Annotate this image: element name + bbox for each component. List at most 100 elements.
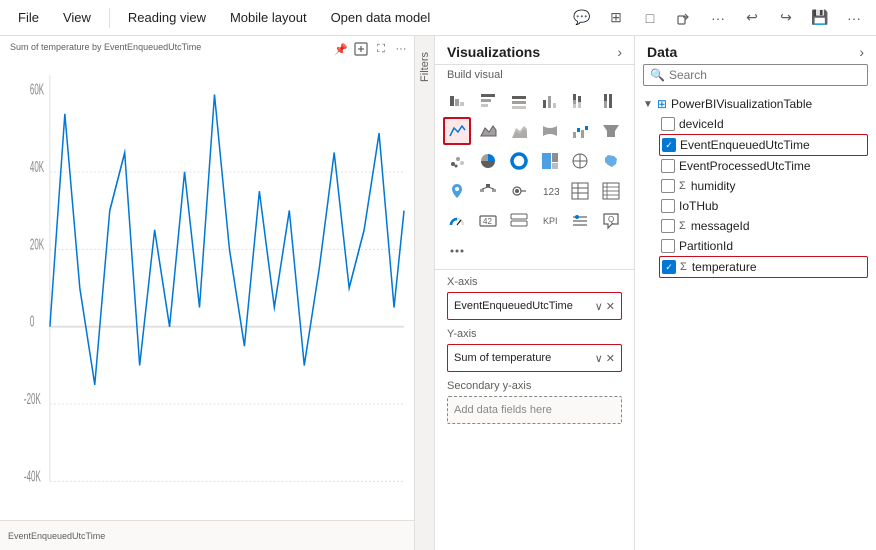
viz-build-label: Build visual bbox=[435, 65, 634, 83]
y-axis-field-icons: ∨ ✕ bbox=[595, 352, 615, 365]
stacked-column-icon[interactable] bbox=[566, 87, 594, 115]
field-label-eventprocessed: EventProcessedUtcTime bbox=[679, 159, 811, 173]
search-icon: 🔍 bbox=[650, 68, 665, 82]
key-influencers-icon[interactable] bbox=[505, 177, 533, 205]
x-axis-remove-icon[interactable]: ✕ bbox=[606, 300, 615, 313]
data-panel-expand-icon[interactable]: › bbox=[859, 44, 864, 60]
data-panel: Data › 🔍 ▼ ⊞ PowerBIVisualizationTable d… bbox=[635, 36, 876, 550]
data-row-eventenqueued[interactable]: EventEnqueuedUtcTime bbox=[659, 134, 868, 156]
more-icon[interactable]: ··· bbox=[704, 4, 732, 32]
checkbox-eventenqueued[interactable] bbox=[662, 138, 676, 152]
visualizations-panel: Visualizations › Build visual bbox=[435, 36, 635, 550]
menu-open-data-model[interactable]: Open data model bbox=[321, 6, 441, 29]
scatter-icon[interactable] bbox=[443, 147, 471, 175]
100-stacked-column-icon[interactable] bbox=[597, 87, 625, 115]
field-label-iothub: IoTHub bbox=[679, 199, 718, 213]
field-label-partitionid: PartitionId bbox=[679, 239, 733, 253]
waterfall-icon[interactable] bbox=[566, 117, 594, 145]
y-axis-remove-icon[interactable]: ✕ bbox=[606, 352, 615, 365]
chart-canvas: 60K 40K 20K 0 -20K -40K bbox=[0, 56, 414, 520]
chart-x-label: EventEnqueuedUtcTime bbox=[8, 531, 105, 541]
y-axis-label: Y-axis bbox=[447, 328, 622, 340]
data-row-deviceid[interactable]: deviceId bbox=[659, 114, 868, 134]
card-icon[interactable]: 42 bbox=[474, 207, 502, 235]
menu-separator-1 bbox=[109, 8, 110, 28]
search-input[interactable] bbox=[669, 68, 861, 82]
more-visuals-icon[interactable] bbox=[443, 237, 471, 265]
checkbox-deviceid[interactable] bbox=[661, 117, 675, 131]
svg-text:Q: Q bbox=[608, 215, 614, 224]
data-row-messageid[interactable]: Σ messageId bbox=[659, 216, 868, 236]
secondary-y-section: Secondary y-axis Add data fields here bbox=[447, 380, 622, 424]
field-label-messageid: messageId bbox=[691, 219, 750, 233]
viz-panel-header: Visualizations › bbox=[435, 36, 634, 65]
grid-icon[interactable]: ⊞ bbox=[602, 4, 630, 32]
x-axis-dropdown-icon[interactable]: ∨ bbox=[595, 300, 603, 313]
share-icon[interactable] bbox=[670, 4, 698, 32]
menu-view[interactable]: View bbox=[53, 6, 101, 29]
checkbox-temperature[interactable] bbox=[662, 260, 676, 274]
checkbox-iothub[interactable] bbox=[661, 199, 675, 213]
data-row-iothub[interactable]: IoTHub bbox=[659, 196, 868, 216]
sigma-humidity: Σ bbox=[679, 180, 686, 192]
gauge-icon[interactable] bbox=[443, 207, 471, 235]
data-search-box[interactable]: 🔍 bbox=[643, 64, 868, 86]
stacked-bar-100-icon[interactable] bbox=[505, 87, 533, 115]
save-icon[interactable]: 💾 bbox=[806, 4, 834, 32]
stacked-area-icon[interactable] bbox=[505, 117, 533, 145]
field-label-deviceid: deviceId bbox=[679, 117, 724, 131]
y-axis-dropdown-icon[interactable]: ∨ bbox=[595, 352, 603, 365]
table-icon[interactable] bbox=[566, 177, 594, 205]
tree-expand-icon[interactable]: ▼ bbox=[643, 99, 653, 110]
treemap-icon[interactable] bbox=[536, 147, 564, 175]
slicer-icon[interactable] bbox=[566, 207, 594, 235]
ribbon-chart-icon[interactable] bbox=[536, 117, 564, 145]
field-label-temperature: temperature bbox=[692, 260, 757, 274]
clustered-column-icon[interactable] bbox=[536, 87, 564, 115]
options-icon[interactable]: ··· bbox=[840, 4, 868, 32]
x-axis-section: X-axis EventEnqueuedUtcTime ∨ ✕ bbox=[447, 276, 622, 320]
checkbox-eventprocessed[interactable] bbox=[661, 159, 675, 173]
filters-label: Filters bbox=[419, 52, 431, 82]
y-axis-field-box[interactable]: Sum of temperature ∨ ✕ bbox=[447, 344, 622, 372]
kpi-icon[interactable]: KPI bbox=[536, 207, 564, 235]
data-row-eventprocessed[interactable]: EventProcessedUtcTime bbox=[659, 156, 868, 176]
menu-file[interactable]: File bbox=[8, 6, 49, 29]
svg-text:42: 42 bbox=[483, 217, 492, 226]
pie-chart-icon[interactable] bbox=[474, 147, 502, 175]
window-icon[interactable]: □ bbox=[636, 4, 664, 32]
checkbox-messageid[interactable] bbox=[661, 219, 675, 233]
checkbox-partitionid[interactable] bbox=[661, 239, 675, 253]
stacked-bar-icon[interactable] bbox=[443, 87, 471, 115]
data-row-partitionid[interactable]: PartitionId bbox=[659, 236, 868, 256]
checkbox-humidity[interactable] bbox=[661, 179, 675, 193]
donut-chart-icon[interactable] bbox=[505, 147, 533, 175]
viz-panel-expand-icon[interactable]: › bbox=[617, 44, 622, 60]
filters-panel: Filters bbox=[415, 36, 435, 550]
area-chart-icon[interactable] bbox=[474, 117, 502, 145]
multi-row-card-icon[interactable] bbox=[505, 207, 533, 235]
filled-map-icon[interactable] bbox=[597, 147, 625, 175]
data-row-temperature[interactable]: Σ temperature bbox=[659, 256, 868, 278]
line-chart-icon[interactable] bbox=[443, 117, 471, 145]
qna-icon[interactable]: Q bbox=[597, 207, 625, 235]
matrix-icon[interactable] bbox=[597, 177, 625, 205]
decomp-tree-icon[interactable] bbox=[474, 177, 502, 205]
main-layout: Sum of temperature by EventEnqueuedUtcTi… bbox=[0, 36, 876, 550]
y-axis-section: Y-axis Sum of temperature ∨ ✕ bbox=[447, 328, 622, 372]
comment-icon[interactable]: 💬 bbox=[568, 4, 596, 32]
smart-narrative-icon[interactable]: 123 bbox=[536, 177, 564, 205]
azure-map-icon[interactable] bbox=[443, 177, 471, 205]
clustered-bar-icon[interactable] bbox=[474, 87, 502, 115]
x-axis-field-box[interactable]: EventEnqueuedUtcTime ∨ ✕ bbox=[447, 292, 622, 320]
sigma-temperature: Σ bbox=[680, 261, 687, 273]
funnel-icon[interactable] bbox=[597, 117, 625, 145]
redo-icon[interactable]: ↪ bbox=[772, 4, 800, 32]
data-row-humidity[interactable]: Σ humidity bbox=[659, 176, 868, 196]
map-icon[interactable] bbox=[566, 147, 594, 175]
refresh-icon[interactable]: ↩ bbox=[738, 4, 766, 32]
secondary-y-add-box[interactable]: Add data fields here bbox=[447, 396, 622, 424]
data-tree: ▼ ⊞ PowerBIVisualizationTable deviceId E… bbox=[635, 92, 876, 550]
menu-reading-view[interactable]: Reading view bbox=[118, 6, 216, 29]
menu-mobile-layout[interactable]: Mobile layout bbox=[220, 6, 317, 29]
